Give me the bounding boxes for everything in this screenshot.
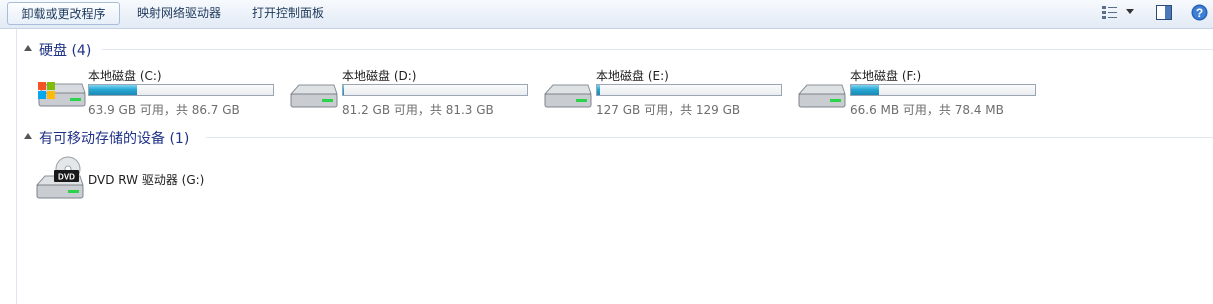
preview-pane-icon[interactable] bbox=[1156, 5, 1172, 21]
dvd-drive-icon: DVD bbox=[35, 156, 84, 199]
hard-drive-icon bbox=[797, 84, 846, 108]
drive-f-tile[interactable]: 本地磁盘 (F:) 66.6 MB 可用，共 78.4 MB bbox=[796, 67, 1041, 119]
usage-bar bbox=[342, 84, 528, 96]
help-icon[interactable]: ? bbox=[1191, 4, 1208, 21]
free-space-text: 63.9 GB 可用，共 86.7 GB bbox=[88, 103, 240, 117]
usage-bar-fill bbox=[89, 85, 138, 95]
removable-storage-group-header[interactable]: 有可移动存储的设备 (1) bbox=[24, 128, 1213, 148]
group-title: 硬盘 (4) bbox=[39, 43, 92, 59]
map-network-drive-button[interactable]: 映射网络驱动器 bbox=[132, 2, 226, 25]
usage-bar-fill bbox=[343, 85, 345, 95]
dvd-logo-text: DVD bbox=[58, 173, 75, 182]
hard-disks-group-header[interactable]: 硬盘 (4) bbox=[24, 40, 1213, 60]
usage-bar bbox=[850, 84, 1036, 96]
drive-name: 本地磁盘 (D:) bbox=[342, 69, 417, 83]
free-space-text: 127 GB 可用，共 129 GB bbox=[596, 103, 741, 117]
free-space-text: 81.2 GB 可用，共 81.3 GB bbox=[342, 103, 494, 117]
command-toolbar: 卸载或更改程序 映射网络驱动器 打开控制面板 ? bbox=[0, 0, 1213, 29]
drive-name: 本地磁盘 (C:) bbox=[88, 69, 162, 83]
uninstall-program-button[interactable]: 卸载或更改程序 bbox=[7, 2, 120, 25]
svg-text:?: ? bbox=[1196, 6, 1203, 20]
group-title: 有可移动存储的设备 (1) bbox=[39, 131, 190, 147]
free-space-text: 66.6 MB 可用，共 78.4 MB bbox=[850, 103, 1004, 117]
usage-bar bbox=[88, 84, 274, 96]
drive-name: 本地磁盘 (E:) bbox=[596, 69, 669, 83]
drive-name: 本地磁盘 (F:) bbox=[850, 69, 922, 83]
hard-drive-icon bbox=[543, 84, 592, 108]
collapse-triangle-icon[interactable] bbox=[24, 45, 32, 51]
navigation-pane-edge bbox=[0, 29, 17, 304]
usage-bar-fill bbox=[851, 85, 879, 95]
windows-system-drive-icon bbox=[37, 82, 86, 107]
hard-drive-icon bbox=[289, 84, 338, 108]
dvd-drive-g-tile[interactable]: DVD DVD RW 驱动器 (G:) bbox=[34, 155, 234, 207]
drive-e-tile[interactable]: 本地磁盘 (E:) 127 GB 可用，共 129 GB bbox=[542, 67, 787, 119]
open-control-panel-button[interactable]: 打开控制面板 bbox=[247, 2, 329, 25]
collapse-triangle-icon[interactable] bbox=[24, 133, 32, 139]
drive-name: DVD RW 驱动器 (G:) bbox=[88, 173, 205, 187]
drive-d-tile[interactable]: 本地磁盘 (D:) 81.2 GB 可用，共 81.3 GB bbox=[288, 67, 533, 119]
group-divider bbox=[206, 137, 1213, 138]
view-dropdown-chevron-icon[interactable] bbox=[1126, 9, 1135, 15]
drive-c-tile[interactable]: 本地磁盘 (C:) 63.9 GB 可用，共 86.7 GB bbox=[34, 67, 279, 119]
usage-bar bbox=[596, 84, 782, 96]
group-divider bbox=[102, 49, 1213, 50]
change-view-icon[interactable] bbox=[1101, 5, 1119, 21]
usage-bar-fill bbox=[597, 85, 600, 95]
